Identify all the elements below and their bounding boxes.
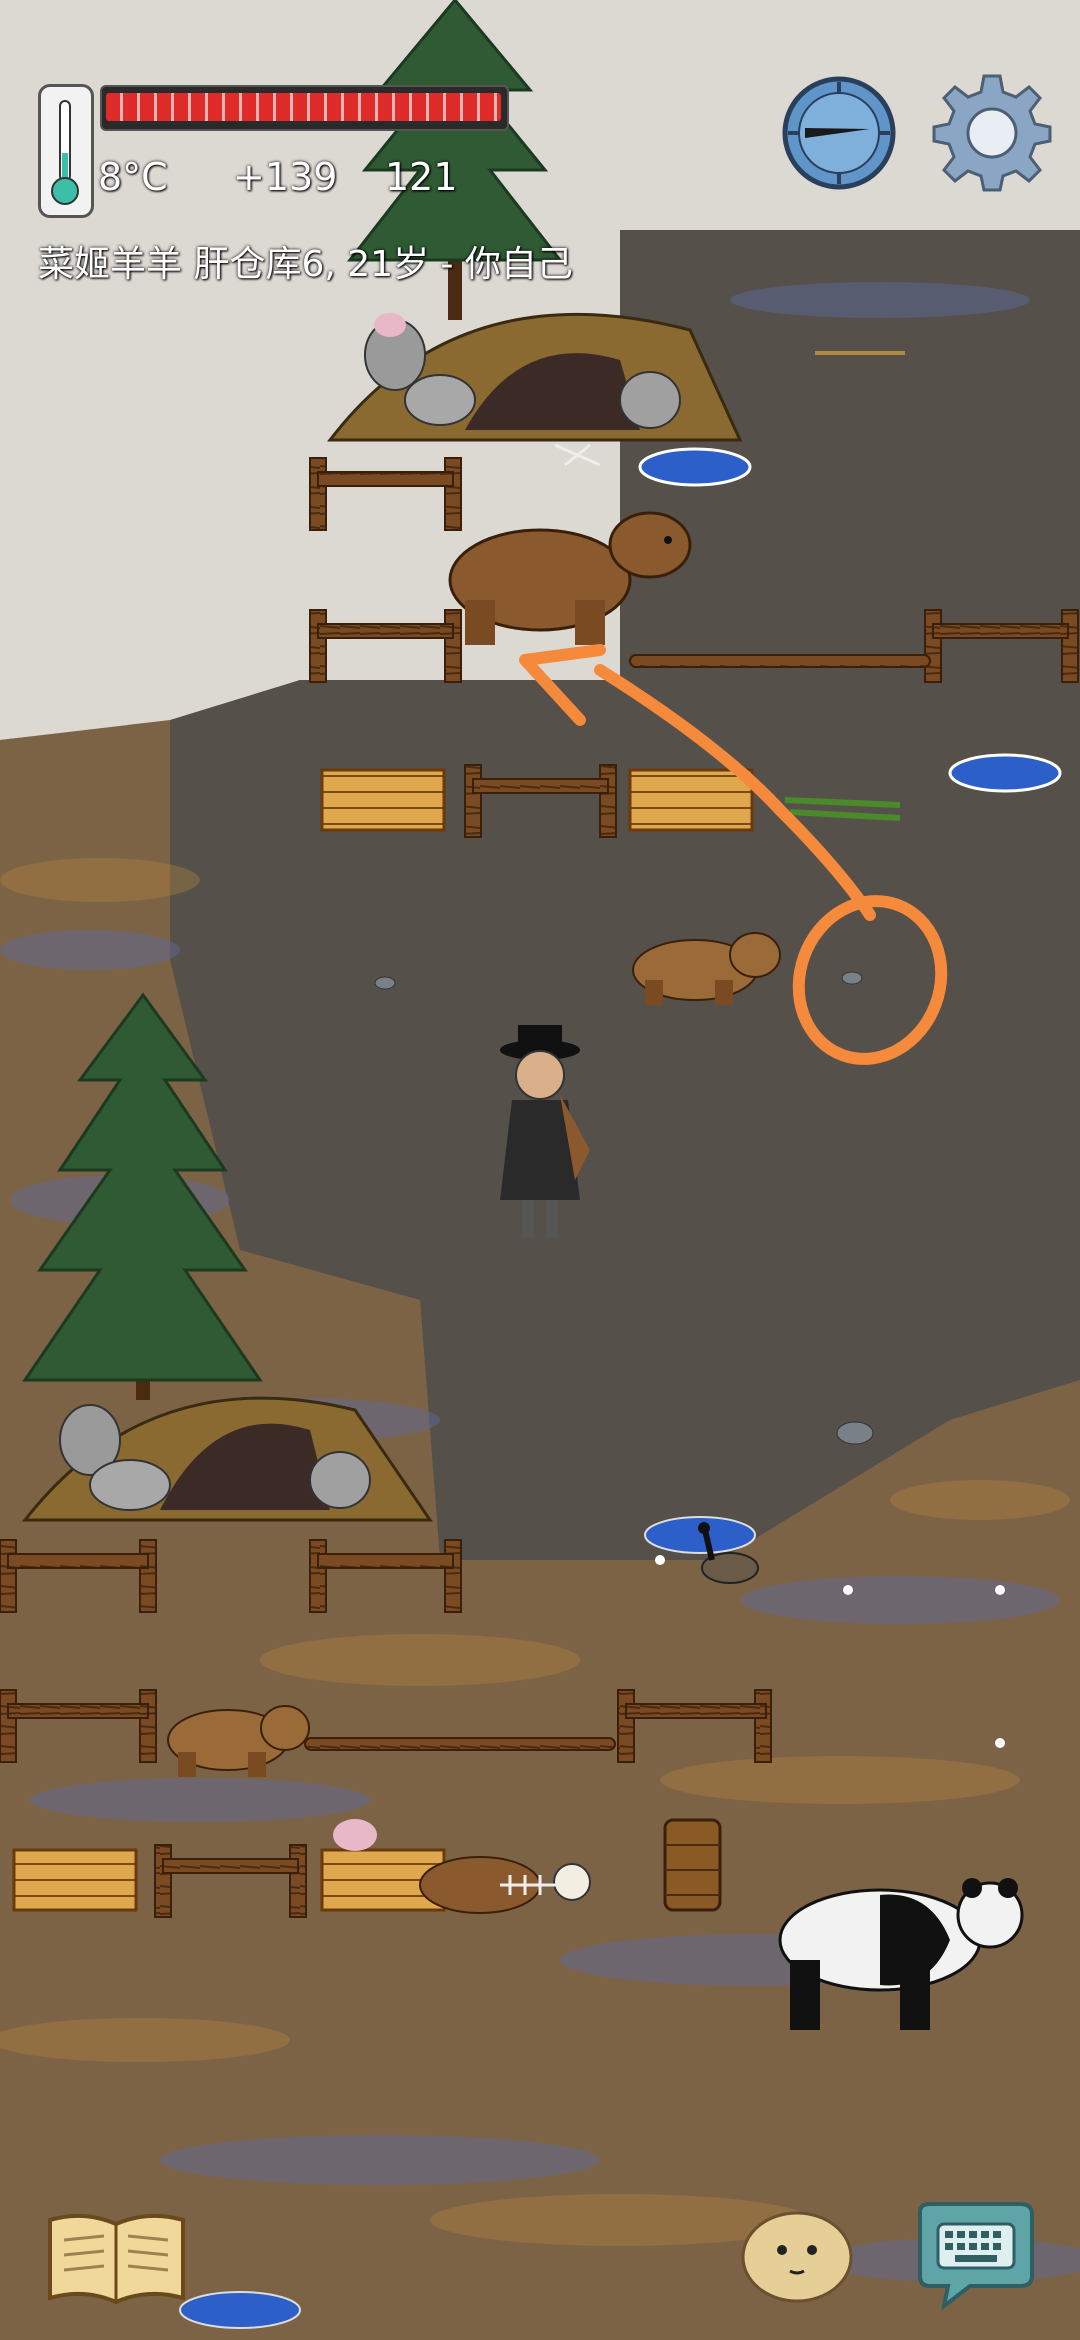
pond	[948, 753, 1062, 793]
yum-count-readout: 121	[385, 155, 458, 199]
thermometer	[38, 84, 94, 218]
temperature-readout: 8°C	[98, 155, 168, 199]
pink-item	[374, 313, 406, 337]
emote-button[interactable]	[740, 2205, 855, 2305]
emote-face-icon	[741, 2211, 853, 2303]
chat-keyboard-button[interactable]	[910, 2200, 1040, 2311]
pond	[638, 447, 752, 487]
pink-item	[333, 1819, 377, 1851]
tech-tree-button[interactable]	[44, 2210, 189, 2305]
gear-icon	[932, 74, 1052, 192]
pond	[644, 1516, 756, 1554]
world-map	[0, 0, 1080, 2340]
compass-icon	[782, 76, 896, 190]
compass-button[interactable]	[780, 74, 898, 192]
basket	[663, 1818, 722, 1912]
keyboard-icon	[918, 2202, 1034, 2311]
hunger-bar-fill	[106, 93, 501, 121]
thermometer-icon	[51, 100, 79, 205]
book-icon	[48, 2213, 185, 2305]
food-bonus-readout: +139	[233, 155, 338, 199]
hunger-bar	[100, 85, 509, 131]
status-line: 菜姬羊羊 肝仓库6, 21岁 - 你自己	[38, 244, 573, 285]
game-world[interactable]	[0, 0, 1080, 2340]
settings-button[interactable]	[930, 70, 1054, 194]
pond	[179, 2291, 301, 2329]
